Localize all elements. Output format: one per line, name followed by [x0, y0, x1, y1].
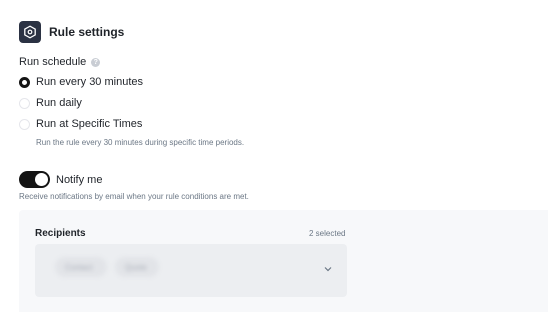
recipient-chip[interactable]: Quote — [115, 257, 159, 277]
notify-toggle[interactable] — [19, 171, 50, 188]
page-header: Rule settings — [19, 20, 124, 44]
notify-label: Notify me — [56, 173, 103, 186]
recipients-title: Recipients — [35, 228, 86, 239]
selected-count: 2 selected — [309, 229, 346, 238]
radio-unchecked-icon[interactable] — [19, 118, 30, 130]
radio-label: Run every 30 minutes — [36, 76, 143, 88]
recipients-panel: Recipients 2 selected Contact Quote — [19, 210, 548, 312]
chevron-down-icon[interactable] — [323, 264, 333, 274]
run-schedule-label-text: Run schedule — [19, 56, 87, 68]
run-schedule-label: Run schedule ? — [19, 56, 101, 68]
radio-label: Run daily — [36, 97, 82, 109]
radio-checked-icon[interactable] — [19, 76, 30, 88]
radio-run-every-30-minutes[interactable]: Run every 30 minutes — [19, 76, 143, 88]
radio-run-at-specific-times[interactable]: Run at Specific Times — [19, 118, 142, 130]
radio-label: Run at Specific Times — [36, 118, 143, 130]
schedule-hint: Run the rule every 30 minutes during spe… — [36, 138, 245, 147]
notify-hint: Receive notifications by email when your… — [19, 192, 249, 201]
page-title: Rule settings — [49, 25, 125, 39]
notify-me-row: Notify me — [19, 171, 102, 188]
radio-run-daily[interactable]: Run daily — [19, 97, 82, 109]
help-icon[interactable]: ? — [91, 57, 101, 67]
radio-unchecked-icon[interactable] — [19, 97, 30, 109]
recipients-select[interactable]: Contact Quote — [35, 244, 347, 297]
recipient-chip[interactable]: Contact — [55, 257, 107, 277]
toggle-knob — [35, 173, 48, 186]
hexagon-settings-icon — [19, 21, 41, 43]
